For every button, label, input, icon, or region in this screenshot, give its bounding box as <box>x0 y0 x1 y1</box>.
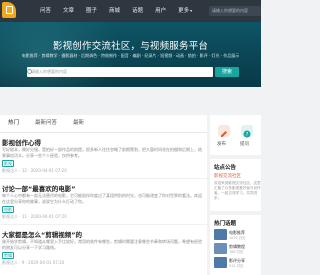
top-navbar: 问答 文章 圈子 商城 话题 用户 更多▾ 请输入你想要的内容 <box>0 0 261 22</box>
svg-text:?: ? <box>246 132 249 138</box>
post-meta: 影视达人 · 12 · 2020-04-01 07:20 <box>2 168 67 173</box>
hero-banner: 影视创作交流社区，与视频服务平台 电影推荐 · 剪辑教学 · 摄影器材 · 后期… <box>0 22 261 87</box>
post-title[interactable]: 大家都是怎么“剪辑视频”的 <box>2 229 82 239</box>
notice-heading: 站点公告 <box>214 165 237 171</box>
nav-search-input[interactable]: 请输入你想要的内容 <box>209 6 261 16</box>
hot-topic-count: 1024 讨论 <box>229 236 246 240</box>
nav-item-topics[interactable]: 话题 <box>126 0 149 22</box>
nav-more-label: 更多 <box>178 8 190 14</box>
tab-hot[interactable]: 热门 <box>0 117 27 129</box>
tabs-divider <box>0 132 207 133</box>
nav-item-articles[interactable]: 文章 <box>57 0 80 22</box>
hot-topic-item[interactable]: 电影推荐 1024 讨论 <box>214 229 261 241</box>
chevron-down-icon: ▾ <box>190 8 193 13</box>
nav-item-shop[interactable]: 商城 <box>103 0 126 22</box>
post-excerpt: 写好剧本，做好分镜，是拍好一部作品的前提。很多新人往往忽略了前期策划，把大量时间… <box>2 147 202 158</box>
post-tag[interactable]: 电影 <box>2 206 14 213</box>
nav-item-circles[interactable]: 圈子 <box>80 0 103 22</box>
hero-tag-list[interactable]: 电影推荐 · 剪辑教学 · 摄影器材 · 后期调色 · 特效制作 · 配音 · … <box>0 53 261 59</box>
hot-topic-item[interactable]: 影评分享 512 讨论 <box>214 257 261 269</box>
notice-subheading[interactable]: 影视交流社区 <box>214 173 241 179</box>
post-title[interactable]: 影视创作心得 <box>2 137 41 147</box>
nav-search-placeholder: 请输入你想要的内容 <box>212 8 248 13</box>
tab-latest[interactable]: 最新 <box>65 117 92 129</box>
publish-button-label[interactable]: 发布 <box>217 141 226 147</box>
edit-icon[interactable] <box>218 125 230 137</box>
hero-title: 影视创作交流社区，与视频服务平台 <box>52 41 209 52</box>
post-excerpt: 每个人心中都有一部无法替代的电影，它可能陪伴你度过了某段特别的时光，也可能改变了… <box>2 193 202 204</box>
post-tag[interactable]: 影视 <box>2 160 14 167</box>
search-button[interactable]: 搜索 <box>215 67 239 77</box>
site-logo[interactable] <box>2 2 16 18</box>
hot-topic-count: 768 讨论 <box>229 250 244 254</box>
nav-item-users[interactable]: 用户 <box>149 0 172 22</box>
question-icon[interactable]: ? <box>241 125 253 138</box>
ask-button-label[interactable]: 提问 <box>240 141 249 147</box>
notice-text: 欢迎来到影视交流社区，这里汇聚了众多影视爱好者与创作者，一起交流学习，共同进步。 <box>214 181 261 200</box>
post-excerpt: 刚开始学剪辑，不知道从哪里入手比较好。常用的软件有哪些，剪辑时需要注意哪些节奏和… <box>2 239 202 250</box>
post-divider <box>0 224 207 225</box>
main-nav: 问答 文章 圈子 商城 话题 用户 更多▾ <box>34 0 198 22</box>
hot-topic-count: 512 讨论 <box>229 264 244 268</box>
post-title[interactable]: 讨论一部“最喜欢的电影” <box>2 183 76 193</box>
hot-topics-heading: 热门话题 <box>214 221 237 227</box>
hot-topics-card: 热门话题 电影推荐 1024 讨论 剪辑教程 768 讨论 影评分享 512 讨… <box>210 215 261 275</box>
nav-item-more[interactable]: 更多▾ <box>172 0 198 22</box>
feed-tabs: 热门 最新问答 最新 <box>0 117 92 129</box>
notice-card: 站点公告 影视交流社区 欢迎来到影视交流社区，这里汇聚了众多影视爱好者与创作者，… <box>210 159 261 211</box>
post-divider <box>0 178 207 179</box>
hero-search-placeholder: 请输入你想要的内容 <box>31 69 67 74</box>
topic-thumbnail <box>214 243 227 254</box>
topic-thumbnail <box>214 229 227 240</box>
topic-thumbnail <box>214 257 227 268</box>
hot-topic-item[interactable]: 剪辑教程 768 讨论 <box>214 243 261 255</box>
post-tag[interactable]: 剪辑 <box>2 252 14 259</box>
post-meta: 影视达人 · 9 · 2020-04-01 07:20 <box>2 260 65 265</box>
nav-item-qa[interactable]: 问答 <box>34 0 57 22</box>
right-sidebar: 发布 ? 提问 站点公告 影视交流社区 欢迎来到影视交流社区，这里汇聚了众多影视… <box>210 115 261 275</box>
tab-latest-qa[interactable]: 最新问答 <box>27 117 65 129</box>
post-meta: 影视达人 · 11 · 2020-04-01 07:20 <box>2 214 67 219</box>
hero-search-input[interactable]: 请输入你想要的内容 <box>27 67 213 77</box>
quick-actions-card: 发布 ? 提问 <box>210 115 261 155</box>
